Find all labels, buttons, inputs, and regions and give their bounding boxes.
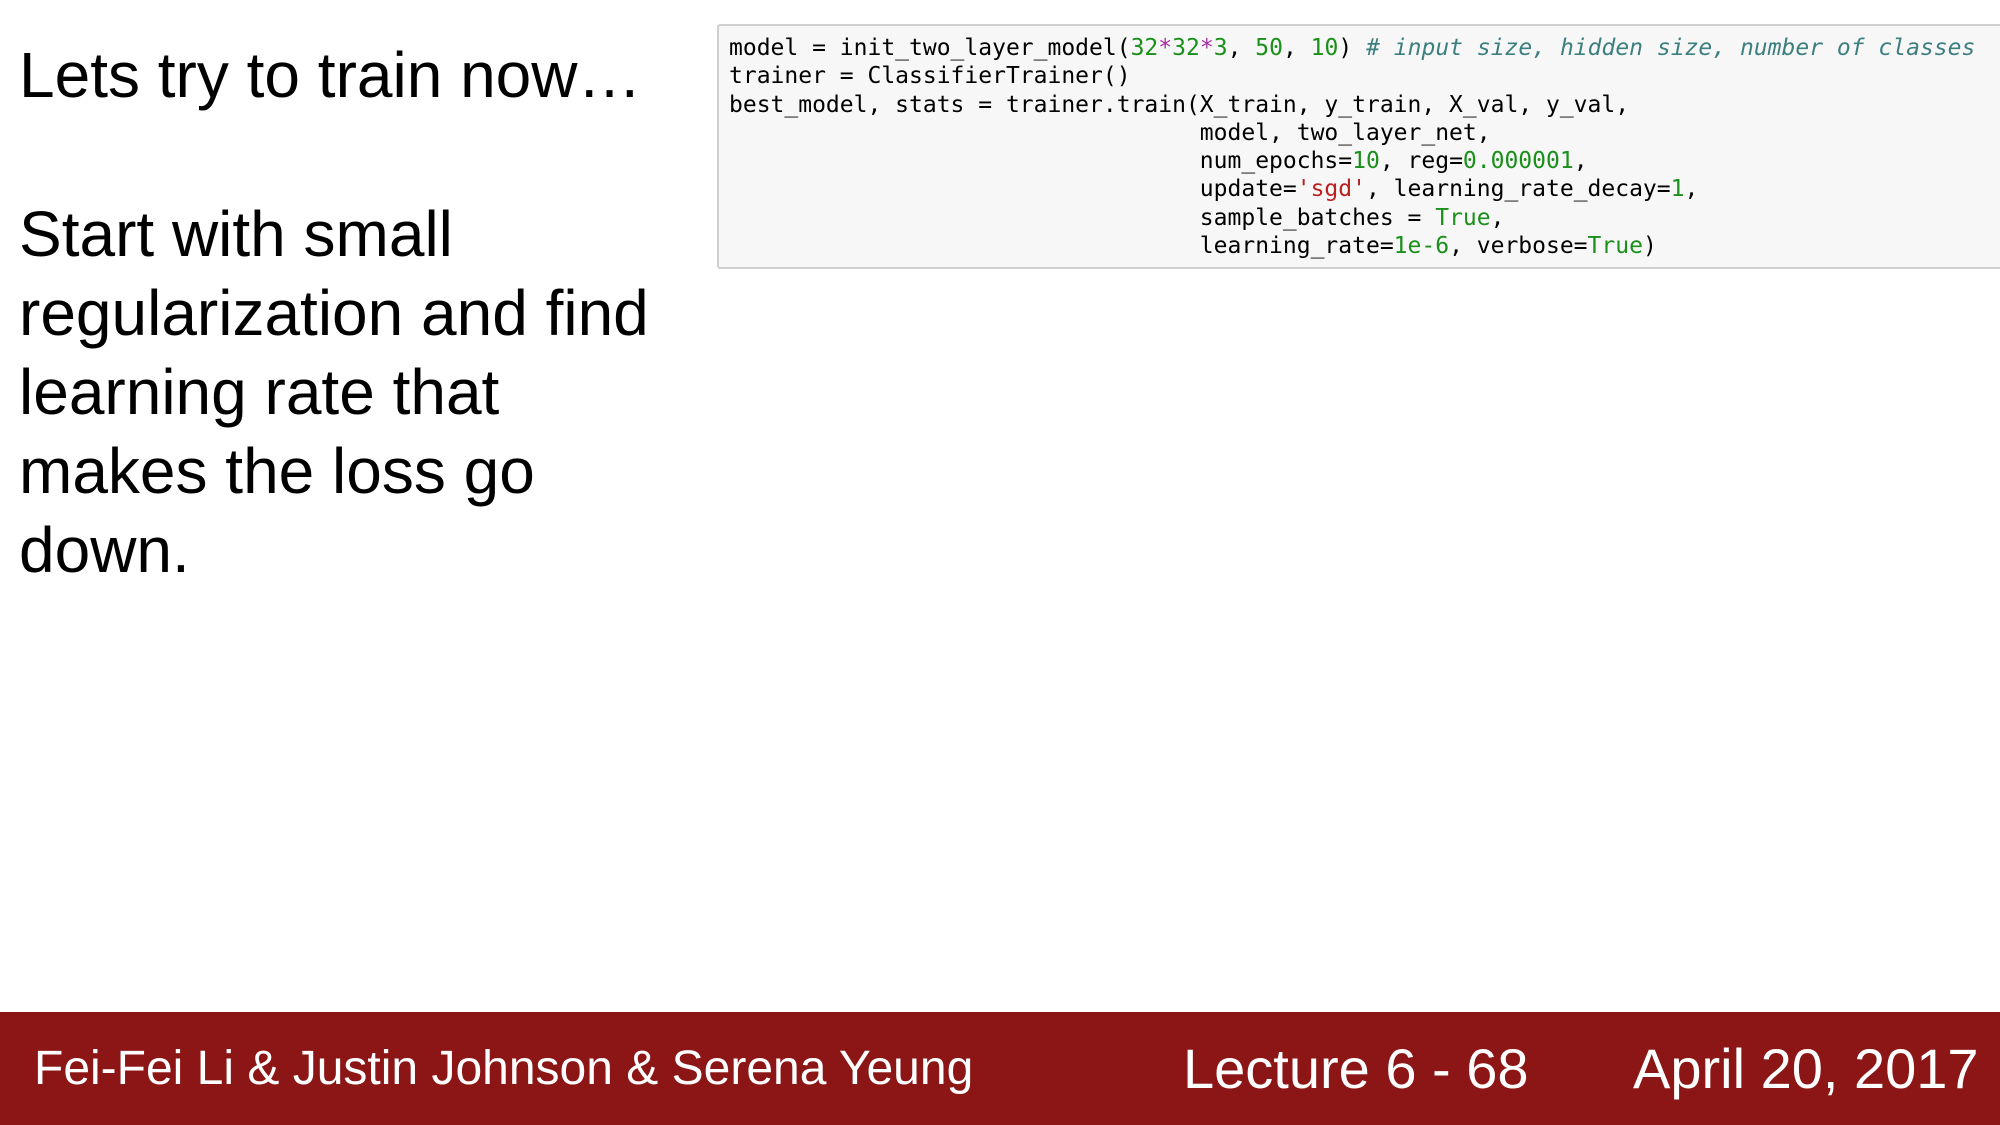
code-line-1: model = init_two_layer_model(32*32*3, 50… (729, 35, 1976, 61)
code-line-6: update='sgd', learning_rate_decay=1, (729, 176, 1699, 203)
body-line: down. (19, 514, 190, 586)
code-line-5: num_epochs=10, reg=0.000001, (729, 148, 1588, 175)
code-line-8: learning_rate=1e-6, verbose=True) (729, 233, 1657, 260)
code-cell: model = init_two_layer_model(32*32*3, 50… (717, 24, 2000, 269)
slide-title: Lets try to train now… (19, 39, 642, 111)
code-comment: # input size, hidden size, number of cla… (1366, 35, 1976, 61)
body-line: regularization and find (19, 277, 649, 349)
body-line: learning rate that (19, 356, 500, 428)
code-line-7: sample_batches = True, (729, 204, 1505, 231)
footer-date: April 20, 2017 (1633, 1037, 1979, 1100)
body-line: Start with small (19, 198, 453, 270)
body-line: makes the loss go (19, 435, 535, 507)
code-line-2: trainer = ClassifierTrainer() (729, 63, 1131, 90)
footer-authors: Fei-Fei Li & Justin Johnson & Serena Yeu… (34, 1042, 974, 1095)
footer-bar: Fei-Fei Li & Justin Johnson & Serena Yeu… (0, 1012, 2000, 1125)
footer-lecture-number: Lecture 6 - 68 (1183, 1037, 1529, 1100)
code-line-3: best_model, stats = trainer.train(X_trai… (729, 91, 1630, 118)
code-line-4: model, two_layer_net, (729, 119, 1491, 146)
slide-body-text: Start with small regularization and find… (19, 195, 699, 590)
code-block: model = init_two_layer_model(32*32*3, 50… (729, 34, 1975, 260)
